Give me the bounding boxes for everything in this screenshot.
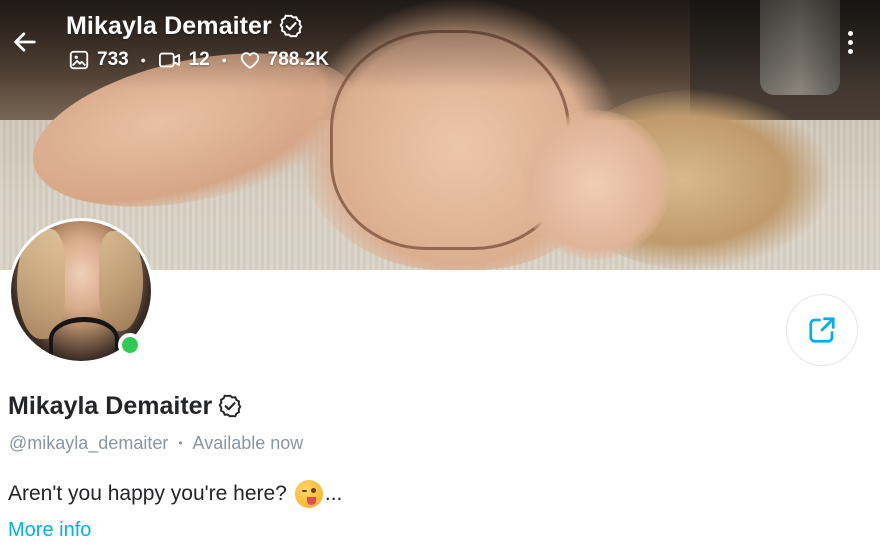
verified-badge-icon <box>279 14 303 38</box>
more-options-button[interactable] <box>840 26 860 58</box>
more-info-link[interactable]: More info <box>8 519 91 545</box>
header-name-text: Mikayla Demaiter <box>66 11 272 40</box>
verified-badge-icon <box>219 394 242 418</box>
stat-separator: • <box>221 52 227 68</box>
header-title: Mikayla Demaiter <box>66 10 304 42</box>
share-icon <box>809 317 835 343</box>
face-savoring-food-emoji <box>294 480 323 508</box>
stat-separator: • <box>140 52 146 68</box>
more-vertical-icon <box>847 30 853 36</box>
profile-bio: Aren't you happy you're here? ... <box>8 479 342 509</box>
stat-photos-count: 733 <box>97 49 129 70</box>
header-stats: 733 • 12 • 788.2K <box>68 47 329 73</box>
share-button[interactable] <box>786 294 858 366</box>
online-status-indicator <box>118 333 142 357</box>
availability-status: Available now <box>192 432 304 453</box>
video-icon <box>158 52 180 68</box>
meta-separator: • <box>178 436 183 450</box>
image-icon <box>69 50 89 70</box>
cover-figure-face <box>520 110 670 260</box>
profile-name: Mikayla Demaiter <box>8 390 243 422</box>
more-vertical-icon-dot <box>847 48 853 54</box>
stat-likes-count: 788.2K <box>267 49 329 70</box>
stat-videos-count: 12 <box>188 49 210 70</box>
bio-text: Aren't you happy you're here? <box>8 482 287 505</box>
bio-ellipsis: ... <box>324 482 343 505</box>
avatar-hair-right <box>99 231 143 331</box>
profile-handle: @mikayla_demaiter <box>9 432 169 453</box>
stat-videos: 12 <box>158 49 210 71</box>
back-button[interactable] <box>8 25 42 59</box>
arrow-left-icon <box>14 32 36 52</box>
profile-meta: @mikayla_demaiter • Available now <box>9 431 303 455</box>
avatar-clothing <box>49 317 119 361</box>
stat-photos: 733 <box>68 49 129 71</box>
stat-likes: 788.2K <box>239 49 329 71</box>
profile-name-text: Mikayla Demaiter <box>8 391 213 420</box>
heart-icon <box>240 52 259 69</box>
avatar-hair-left <box>17 229 65 339</box>
more-vertical-icon-dot <box>847 39 853 45</box>
